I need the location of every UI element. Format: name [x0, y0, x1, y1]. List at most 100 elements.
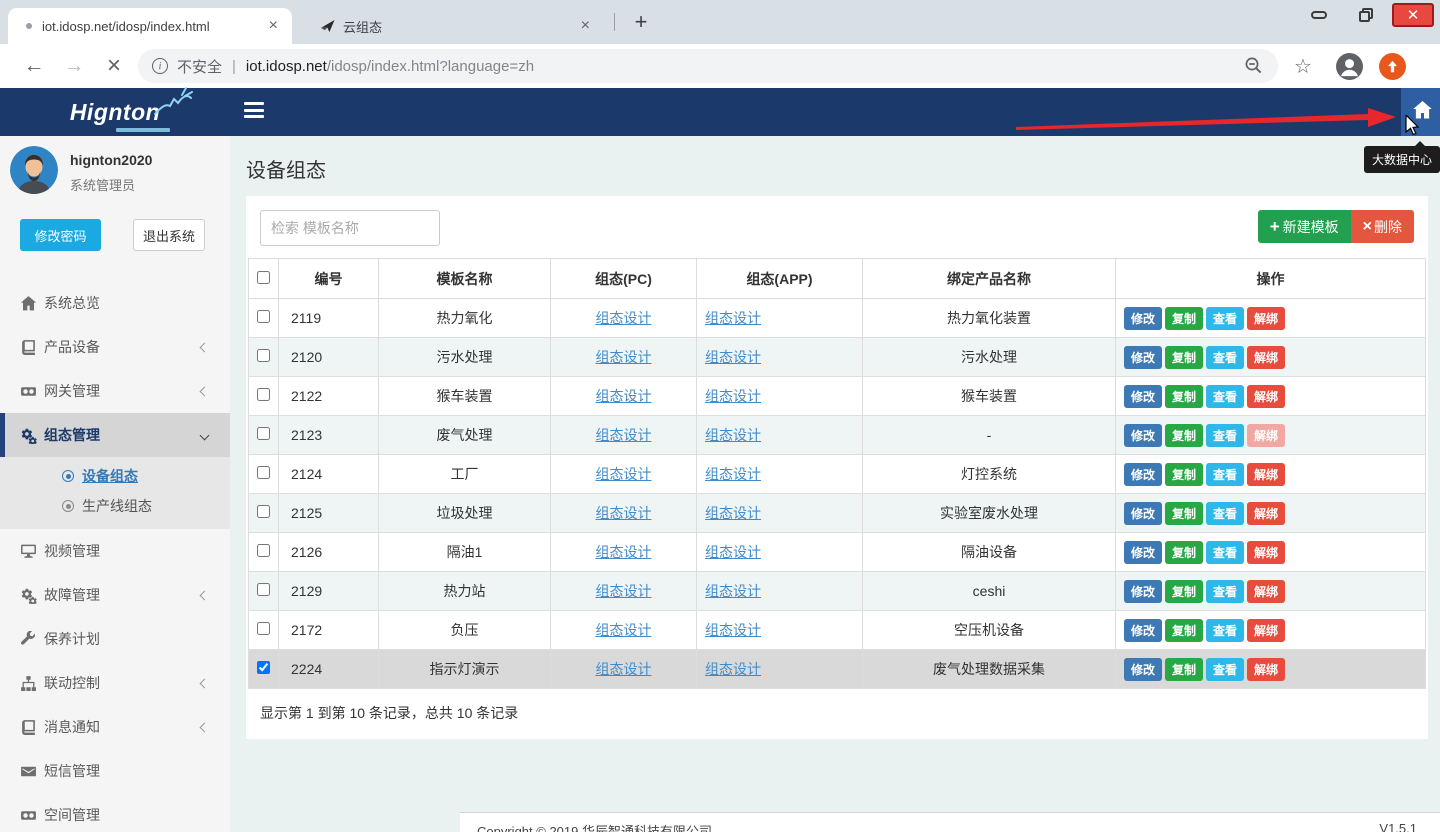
new-tab-button[interactable]: + [626, 7, 656, 37]
action-view-button[interactable]: 查看 [1206, 307, 1244, 330]
action-unbind-button[interactable]: 解绑 [1247, 619, 1285, 642]
restore-button[interactable] [1346, 3, 1384, 27]
action-edit-button[interactable]: 修改 [1124, 619, 1162, 642]
action-copy-button[interactable]: 复制 [1165, 307, 1203, 330]
action-edit-button[interactable]: 修改 [1124, 502, 1162, 525]
row-checkbox[interactable] [257, 583, 270, 596]
action-unbind-button[interactable]: 解绑 [1247, 424, 1285, 447]
action-edit-button[interactable]: 修改 [1124, 580, 1162, 603]
select-all-checkbox[interactable] [257, 271, 270, 284]
address-bar[interactable]: i 不安全 | iot.idosp.net /idosp/index.html?… [138, 49, 1278, 83]
row-checkbox[interactable] [257, 388, 270, 401]
app-design-link[interactable]: 组态设计 [705, 622, 761, 638]
zoom-out-icon[interactable] [1244, 56, 1264, 76]
action-edit-button[interactable]: 修改 [1124, 346, 1162, 369]
action-copy-button[interactable]: 复制 [1165, 541, 1203, 564]
browser-tab-active[interactable]: iot.idosp.net/idosp/index.html × [8, 8, 292, 44]
action-unbind-button[interactable]: 解绑 [1247, 658, 1285, 681]
action-copy-button[interactable]: 复制 [1165, 502, 1203, 525]
app-design-link[interactable]: 组态设计 [705, 427, 761, 443]
action-view-button[interactable]: 查看 [1206, 502, 1244, 525]
pc-design-link[interactable]: 组态设计 [596, 583, 652, 599]
action-edit-button[interactable]: 修改 [1124, 463, 1162, 486]
action-unbind-button[interactable]: 解绑 [1247, 541, 1285, 564]
row-checkbox[interactable] [257, 622, 270, 635]
stop-icon[interactable]: × [94, 52, 134, 80]
action-edit-button[interactable]: 修改 [1124, 385, 1162, 408]
close-button[interactable]: ✕ [1392, 3, 1434, 27]
action-unbind-button[interactable]: 解绑 [1247, 385, 1285, 408]
sidebar-subitem[interactable]: 生产线组态 [0, 491, 230, 521]
action-unbind-button[interactable]: 解绑 [1247, 307, 1285, 330]
extension-orange-icon[interactable] [1379, 53, 1406, 80]
pc-design-link[interactable]: 组态设计 [596, 505, 652, 521]
action-edit-button[interactable]: 修改 [1124, 424, 1162, 447]
action-edit-button[interactable]: 修改 [1124, 541, 1162, 564]
big-data-center-home-button[interactable] [1401, 88, 1440, 136]
search-input[interactable] [260, 210, 440, 246]
action-view-button[interactable]: 查看 [1206, 619, 1244, 642]
sidebar-item-10[interactable]: 空间管理 [0, 793, 230, 832]
action-unbind-button[interactable]: 解绑 [1247, 463, 1285, 486]
action-unbind-button[interactable]: 解绑 [1247, 346, 1285, 369]
action-copy-button[interactable]: 复制 [1165, 658, 1203, 681]
pc-design-link[interactable]: 组态设计 [596, 622, 652, 638]
action-copy-button[interactable]: 复制 [1165, 619, 1203, 642]
new-template-button[interactable]: +新建模板 [1258, 210, 1351, 243]
action-unbind-button[interactable]: 解绑 [1247, 580, 1285, 603]
app-design-link[interactable]: 组态设计 [705, 544, 761, 560]
action-copy-button[interactable]: 复制 [1165, 346, 1203, 369]
action-view-button[interactable]: 查看 [1206, 463, 1244, 486]
sidebar-subitem[interactable]: 设备组态 [0, 461, 230, 491]
sidebar-item-4[interactable]: 视频管理 [0, 529, 230, 573]
sidebar-item-6[interactable]: 保养计划 [0, 617, 230, 661]
app-design-link[interactable]: 组态设计 [705, 661, 761, 677]
pc-design-link[interactable]: 组态设计 [596, 388, 652, 404]
sidebar-item-9[interactable]: 短信管理 [0, 749, 230, 793]
pc-design-link[interactable]: 组态设计 [596, 466, 652, 482]
action-view-button[interactable]: 查看 [1206, 385, 1244, 408]
action-copy-button[interactable]: 复制 [1165, 463, 1203, 486]
row-checkbox[interactable] [257, 310, 270, 323]
sidebar-item-0[interactable]: 系统总览 [0, 281, 230, 325]
back-icon[interactable]: ← [14, 54, 54, 78]
hamburger-icon[interactable] [244, 102, 264, 122]
pc-design-link[interactable]: 组态设计 [596, 349, 652, 365]
app-design-link[interactable]: 组态设计 [705, 466, 761, 482]
sidebar-item-8[interactable]: 消息通知 [0, 705, 230, 749]
pc-design-link[interactable]: 组态设计 [596, 310, 652, 326]
browser-profile-avatar[interactable] [1336, 53, 1363, 80]
action-copy-button[interactable]: 复制 [1165, 424, 1203, 447]
app-design-link[interactable]: 组态设计 [705, 505, 761, 521]
change-password-button[interactable]: 修改密码 [20, 219, 101, 251]
app-design-link[interactable]: 组态设计 [705, 388, 761, 404]
action-view-button[interactable]: 查看 [1206, 541, 1244, 564]
row-checkbox[interactable] [257, 544, 270, 557]
action-edit-button[interactable]: 修改 [1124, 307, 1162, 330]
app-design-link[interactable]: 组态设计 [705, 583, 761, 599]
row-checkbox[interactable] [257, 427, 270, 440]
sidebar-item-7[interactable]: 联动控制 [0, 661, 230, 705]
app-design-link[interactable]: 组态设计 [705, 349, 761, 365]
app-design-link[interactable]: 组态设计 [705, 310, 761, 326]
sidebar-item-3[interactable]: 组态管理 [0, 413, 230, 457]
pc-design-link[interactable]: 组态设计 [596, 544, 652, 560]
logout-button[interactable]: 退出系统 [133, 219, 205, 251]
tab-close-icon[interactable]: × [265, 17, 282, 35]
bookmark-star-icon[interactable]: ☆ [1294, 54, 1312, 79]
action-view-button[interactable]: 查看 [1206, 424, 1244, 447]
pc-design-link[interactable]: 组态设计 [596, 427, 652, 443]
action-view-button[interactable]: 查看 [1206, 346, 1244, 369]
sidebar-item-1[interactable]: 产品设备 [0, 325, 230, 369]
action-copy-button[interactable]: 复制 [1165, 385, 1203, 408]
sidebar-item-2[interactable]: 网关管理 [0, 369, 230, 413]
row-checkbox[interactable] [257, 349, 270, 362]
minimize-button[interactable] [1300, 3, 1338, 27]
row-checkbox[interactable] [257, 466, 270, 479]
sidebar-item-5[interactable]: 故障管理 [0, 573, 230, 617]
browser-tab-cloud[interactable]: 云组态 × [312, 8, 602, 44]
pc-design-link[interactable]: 组态设计 [596, 661, 652, 677]
action-view-button[interactable]: 查看 [1206, 658, 1244, 681]
action-edit-button[interactable]: 修改 [1124, 658, 1162, 681]
action-unbind-button[interactable]: 解绑 [1247, 502, 1285, 525]
